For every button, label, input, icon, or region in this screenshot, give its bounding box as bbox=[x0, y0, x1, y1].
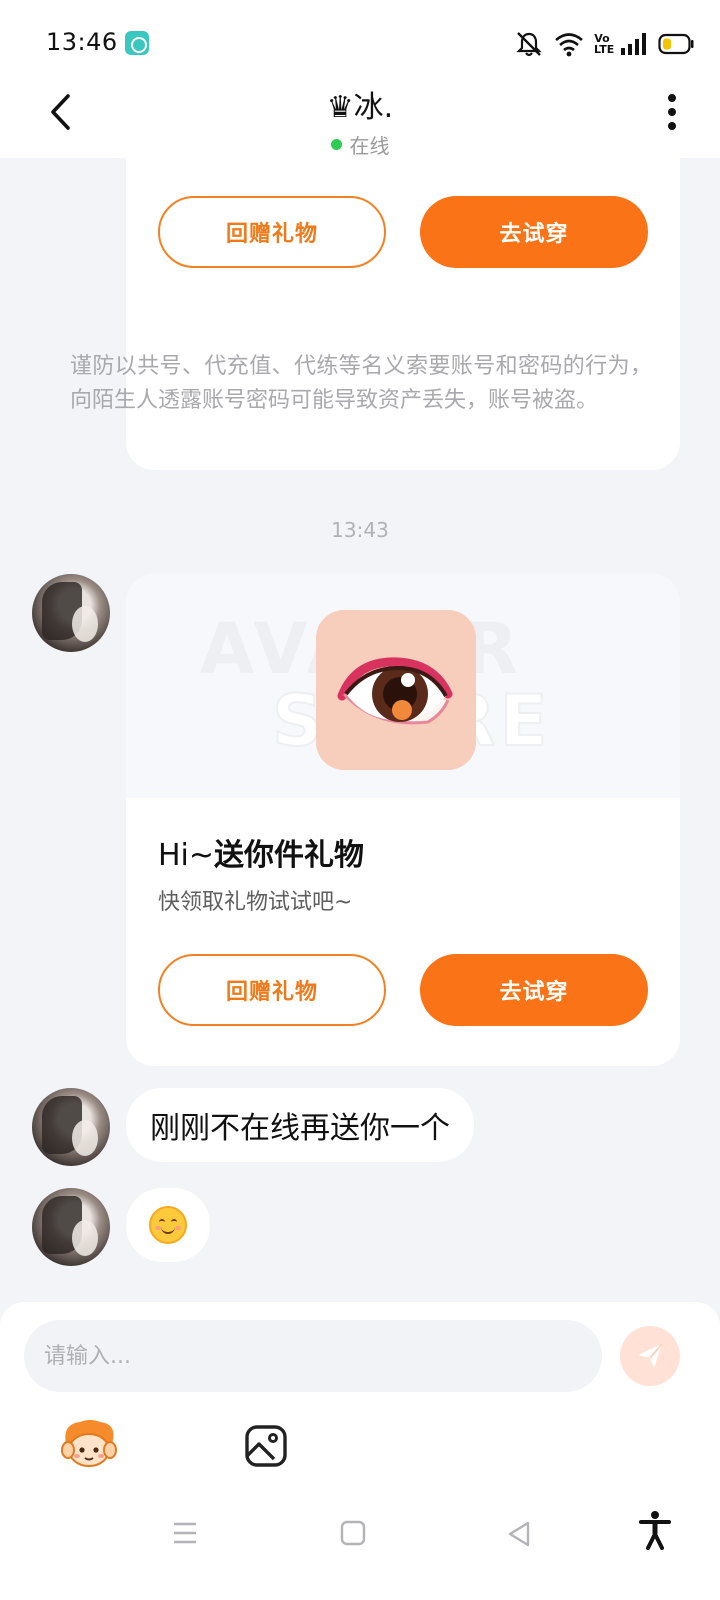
battery-icon bbox=[658, 33, 694, 55]
gift-card: AVATAR STORE Hi~送你件礼物 快领取礼物试试 bbox=[126, 574, 680, 1066]
image-icon bbox=[245, 1425, 287, 1467]
gift-card-subtitle: 快领取礼物试试吧~ bbox=[158, 890, 353, 915]
more-vertical-icon bbox=[668, 94, 676, 130]
system-nav-bar bbox=[0, 1480, 720, 1600]
menu-button[interactable] bbox=[172, 1520, 198, 1550]
try-on-button[interactable]: 去试穿 bbox=[420, 954, 648, 1026]
mascot-sticker-button[interactable] bbox=[60, 1418, 118, 1468]
gift-item-image[interactable] bbox=[316, 610, 476, 770]
online-status-text: 在线 bbox=[349, 134, 390, 158]
avatar[interactable] bbox=[32, 1188, 110, 1266]
message-bubble[interactable] bbox=[126, 1188, 210, 1262]
signal-icon bbox=[621, 33, 646, 55]
try-on-button[interactable]: 去试穿 bbox=[420, 196, 648, 268]
image-picker-button[interactable] bbox=[244, 1424, 288, 1468]
message-text: 刚刚不在线再送你一个 bbox=[150, 1111, 450, 1146]
online-status: 在线 bbox=[0, 130, 720, 159]
send-button[interactable] bbox=[620, 1326, 680, 1386]
back-icon bbox=[508, 1521, 530, 1547]
security-warning: 谨防以共号、代充值、代练等名义索要账号和密码的行为，向陌生人透露账号密码可能导致… bbox=[70, 354, 652, 413]
avatar[interactable] bbox=[32, 574, 110, 652]
return-gift-button[interactable]: 回赠礼物 bbox=[158, 196, 386, 268]
gift-card-title-main: 送你件礼物 bbox=[214, 838, 365, 873]
gift-preview: AVATAR STORE bbox=[126, 574, 680, 798]
accessibility-button[interactable] bbox=[638, 1510, 672, 1554]
gift-card-title: Hi~送你件礼物 bbox=[158, 830, 364, 874]
wifi-icon bbox=[555, 33, 583, 57]
status-time: 13:46 bbox=[46, 28, 118, 56]
status-bar: 13:46 Vo LTE bbox=[0, 0, 720, 76]
message-input[interactable] bbox=[44, 1343, 582, 1369]
smile-emoji-icon bbox=[149, 1206, 187, 1244]
chat-title-block: ♛冰. 在线 bbox=[0, 82, 720, 159]
volte-indicator: Vo LTE bbox=[594, 32, 615, 56]
message-bubble[interactable]: 刚刚不在线再送你一个 bbox=[126, 1088, 474, 1162]
chat-screen: 13:46 Vo LTE ♛冰. 在线 回赠礼物 去试穿 谨防以共号、代充值、代… bbox=[0, 0, 720, 1600]
return-gift-button[interactable]: 回赠礼物 bbox=[158, 954, 386, 1026]
message-input-container[interactable] bbox=[24, 1320, 602, 1392]
message-list[interactable]: 回赠礼物 去试穿 谨防以共号、代充值、代练等名义索要账号和密码的行为，向陌生人透… bbox=[0, 158, 720, 1302]
menu-icon bbox=[174, 1522, 196, 1544]
previous-gift-card-actions: 回赠礼物 去试穿 bbox=[158, 196, 648, 268]
status-icons: Vo LTE bbox=[514, 28, 694, 60]
chat-header: ♛冰. 在线 bbox=[0, 76, 720, 158]
more-options-button[interactable] bbox=[660, 90, 684, 134]
previous-gift-card: 回赠礼物 去试穿 bbox=[126, 158, 680, 470]
online-dot-icon bbox=[330, 139, 342, 150]
gift-card-title-prefix: Hi~ bbox=[158, 838, 215, 873]
eye-makeup-icon bbox=[337, 657, 453, 725]
mascot-sticker-icon bbox=[61, 1420, 117, 1467]
message-timestamp: 13:43 bbox=[331, 518, 389, 542]
accessibility-icon bbox=[639, 1511, 671, 1550]
gift-card-actions: 回赠礼物 去试穿 bbox=[158, 954, 648, 1026]
home-icon bbox=[340, 1520, 366, 1546]
notification-app-icon bbox=[125, 31, 149, 55]
system-back-button[interactable] bbox=[506, 1520, 532, 1552]
home-button[interactable] bbox=[340, 1520, 366, 1550]
send-icon bbox=[638, 1343, 663, 1368]
avatar[interactable] bbox=[32, 1088, 110, 1166]
contact-name: ♛冰. bbox=[326, 90, 394, 125]
mute-icon bbox=[516, 32, 542, 57]
